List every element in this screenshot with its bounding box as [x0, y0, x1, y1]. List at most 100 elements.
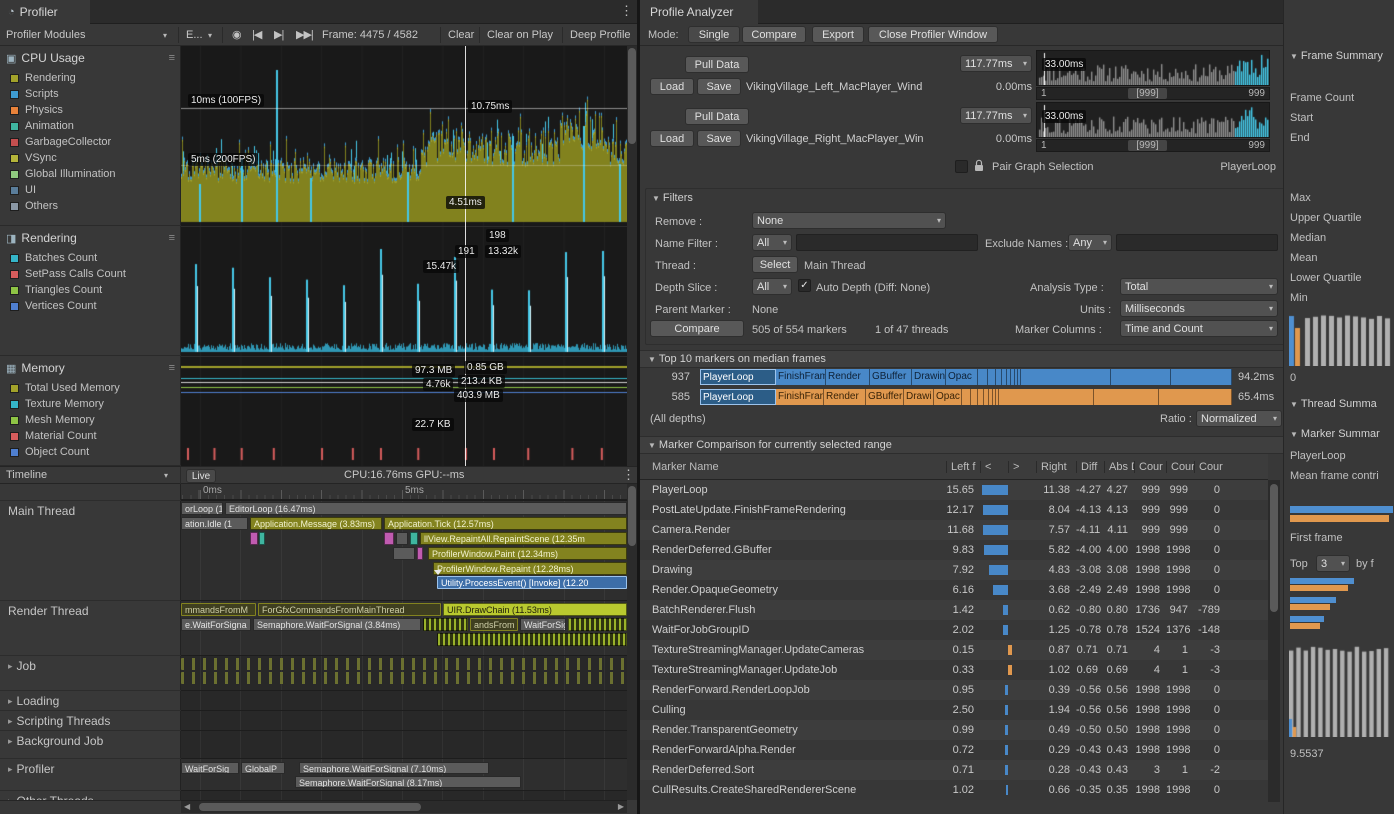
marker-row[interactable]: PostLateUpdate.FinishFrameRendering12.17…: [640, 500, 1268, 520]
top10-header[interactable]: ▼Top 10 markers on median frames: [640, 350, 1394, 368]
name-filter-input[interactable]: [796, 234, 978, 251]
kebab-menu-icon[interactable]: ⋮: [622, 467, 635, 483]
pull-data-button[interactable]: Pull Data: [685, 56, 749, 73]
top10-row[interactable]: 937PlayerLoopFinishFramRenderGBufferDraw…: [640, 368, 1394, 387]
timeline-span[interactable]: [259, 532, 265, 545]
top10-segment[interactable]: [1021, 369, 1111, 385]
timeline-span[interactable]: ForGfxCommandsFromMainThread: [258, 603, 441, 616]
timeline-span[interactable]: ation.Idle (1: [181, 517, 248, 530]
column-header[interactable]: Cour: [1166, 461, 1194, 473]
top10-segment[interactable]: [988, 369, 996, 385]
top10-segment[interactable]: [1094, 389, 1159, 405]
frame-range-slider[interactable]: 1[999]999: [1036, 139, 1270, 152]
timeline-span[interactable]: [437, 633, 627, 646]
pair-graph-checkbox[interactable]: [955, 160, 968, 173]
column-header[interactable]: Diff: [1076, 461, 1104, 473]
top10-segment[interactable]: [962, 389, 971, 405]
timeline-span[interactable]: [568, 618, 627, 631]
legend-physics[interactable]: Physics: [0, 102, 181, 118]
next-frame-button[interactable]: ▶|: [274, 28, 283, 41]
name-filter-mode-dropdown[interactable]: All▾: [752, 234, 792, 251]
timeline-span[interactable]: Semaphore.WaitForSignal (8.17ms): [295, 776, 521, 788]
timeline-span[interactable]: EditorLoop (16.47ms): [225, 502, 627, 515]
marker-row[interactable]: TextureStreamingManager.UpdateCameras0.1…: [640, 640, 1268, 660]
deep-profile-toggle[interactable]: Deep Profile: [570, 29, 631, 41]
top10-segment[interactable]: Render: [826, 369, 870, 385]
timeline-span[interactable]: Application.Tick (12.57ms): [384, 517, 627, 530]
drag-handle-icon[interactable]: ≡: [169, 232, 175, 244]
marker-row[interactable]: RenderForwardAlpha.Render0.720.29-0.430.…: [640, 740, 1268, 760]
thread-profiler[interactable]: ▸Profiler: [0, 758, 181, 790]
marker-row[interactable]: Camera.Render11.687.57-4.114.119999990: [640, 520, 1268, 540]
timeline-span[interactable]: [423, 618, 468, 631]
column-header[interactable]: Right: [1036, 461, 1076, 473]
timeline-span[interactable]: llView.RepaintAll.RepaintScene (12.35m: [420, 532, 627, 545]
auto-depth-checkbox[interactable]: ✓: [798, 279, 811, 292]
marker-row[interactable]: TextureStreamingManager.UpdateJob0.331.0…: [640, 660, 1268, 680]
load-button[interactable]: Load: [650, 78, 694, 95]
timeline-span[interactable]: mmandsFromM: [181, 603, 256, 616]
kebab-menu-icon[interactable]: ⋮: [620, 3, 633, 19]
thread-summary-foldout[interactable]: ▼Thread Summa: [1290, 398, 1393, 410]
scroll-left-icon[interactable]: ◀: [184, 802, 190, 811]
legend-garbagecollector[interactable]: GarbageCollector: [0, 134, 181, 150]
scrollbar-thumb[interactable]: [628, 486, 636, 546]
top10-segment[interactable]: [971, 389, 978, 405]
marker-row[interactable]: RenderForward.RenderLoopJob0.950.39-0.56…: [640, 680, 1268, 700]
top10-row[interactable]: 585PlayerLoopFinishFramRenderGBufferDraw…: [640, 388, 1394, 407]
ratio-dropdown[interactable]: Normalized▾: [1196, 410, 1282, 427]
legend-rendering[interactable]: Rendering: [0, 70, 181, 86]
top10-segment[interactable]: Drawin: [912, 369, 946, 385]
top10-segment[interactable]: GBuffer: [866, 389, 904, 405]
analysis-type-dropdown[interactable]: Total▾: [1120, 278, 1278, 295]
record-icon[interactable]: ◉: [232, 28, 241, 41]
rendering-chart[interactable]: [181, 226, 627, 356]
timeline-span[interactable]: [384, 532, 394, 545]
marker-summary-foldout[interactable]: ▼Marker Summar: [1290, 428, 1393, 440]
timeline-span[interactable]: Application.Message (3.83ms): [250, 517, 382, 530]
legend-setpass-calls-count[interactable]: SetPass Calls Count: [0, 266, 181, 282]
timeline-span[interactable]: ProfilerWindow.Repaint (12.28ms): [433, 562, 627, 575]
timeline-canvas[interactable]: 0ms5ms orLoop (1.6EditorLoop (16.47ms)at…: [181, 484, 627, 800]
frame-summary-foldout[interactable]: ▼Frame Summary: [1290, 50, 1393, 62]
timeline-span[interactable]: WaitForSig: [520, 618, 566, 631]
timeline-span[interactable]: [250, 532, 258, 545]
top10-segment[interactable]: Opac: [946, 369, 978, 385]
frame-range-slider[interactable]: 1[999]999: [1036, 87, 1270, 100]
max-time-dropdown[interactable]: 117.77ms▾: [960, 107, 1032, 124]
compare-button[interactable]: Compare: [650, 320, 744, 337]
timeline-span[interactable]: ProfilerWindow.Paint (12.34ms): [428, 547, 627, 560]
column-header[interactable]: Marker Name: [640, 461, 946, 473]
clear-button[interactable]: Clear: [448, 29, 474, 41]
legend-scripts[interactable]: Scripts: [0, 86, 181, 102]
filters-foldout[interactable]: ▼Filters: [652, 192, 693, 204]
table-scrollbar[interactable]: [1268, 480, 1280, 802]
top10-segment[interactable]: FinishFram: [776, 389, 824, 405]
top10-segment[interactable]: [1171, 369, 1232, 385]
view-mode-dropdown[interactable]: Timeline: [6, 469, 47, 481]
marker-row[interactable]: Drawing7.924.83-3.083.08199819980: [640, 560, 1268, 580]
column-header[interactable]: <: [980, 461, 1008, 473]
marker-row[interactable]: BatchRenderer.Flush1.420.62-0.800.801736…: [640, 600, 1268, 620]
column-header[interactable]: Left f: [946, 461, 980, 473]
mode-single-button[interactable]: Single: [688, 26, 740, 43]
marker-row[interactable]: PlayerLoop15.6511.38-4.274.279999990: [640, 480, 1268, 500]
foldout-icon[interactable]: ▸: [8, 794, 13, 800]
top-n-dropdown[interactable]: 3▾: [1316, 555, 1350, 572]
drag-handle-icon[interactable]: ≡: [169, 52, 175, 64]
timeline-span[interactable]: Semaphore.WaitForSignal (3.84ms): [253, 618, 421, 631]
legend-object-count[interactable]: Object Count: [0, 444, 181, 460]
top10-segment[interactable]: [978, 369, 988, 385]
column-header[interactable]: Abs D: [1104, 461, 1134, 473]
marker-columns-dropdown[interactable]: Time and Count▾: [1120, 320, 1278, 337]
legend-others[interactable]: Others: [0, 198, 181, 214]
thread-select-button[interactable]: Select: [752, 256, 798, 273]
memory-chart[interactable]: [181, 356, 627, 466]
legend-material-count[interactable]: Material Count: [0, 428, 181, 444]
thread-loading[interactable]: ▸Loading: [0, 690, 181, 710]
timeline-scrollbar[interactable]: [627, 484, 637, 800]
legend-triangles-count[interactable]: Triangles Count: [0, 282, 181, 298]
timeline-span[interactable]: orLoop (1.6: [181, 502, 223, 515]
marker-row[interactable]: RenderDeferred.Sort0.710.28-0.430.4331-2: [640, 760, 1268, 780]
top10-segment[interactable]: Drawi: [904, 389, 934, 405]
